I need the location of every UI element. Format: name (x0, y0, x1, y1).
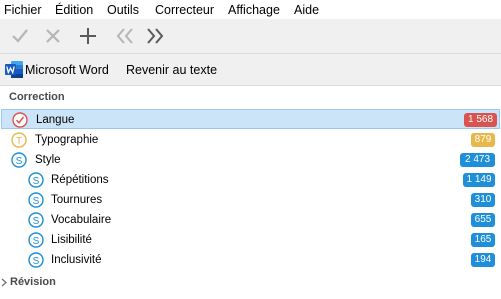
svg-text:T: T (16, 136, 22, 147)
word-bar: Microsoft Word Revenir au texte (0, 54, 501, 86)
list-item-label: Tournures (51, 194, 103, 206)
list-item-lisibilite[interactable]: S Lisibilité 165 (0, 230, 501, 250)
list-item-vocabulaire[interactable]: S Vocabulaire 655 (0, 210, 501, 230)
style-s-icon: S (28, 232, 44, 248)
menu-outils[interactable]: Outils (107, 3, 139, 17)
typography-t-icon: T (11, 132, 27, 148)
svg-text:S: S (33, 176, 40, 187)
list-item-label: Typographie (35, 134, 99, 146)
count-badge: 310 (471, 193, 495, 207)
accept-button[interactable] (9, 24, 31, 48)
next-button[interactable] (144, 24, 166, 48)
count-badge: 194 (471, 253, 495, 267)
list-item-label: Répétitions (51, 174, 109, 186)
count-badge: 879 (471, 133, 495, 147)
microsoft-word-icon[interactable] (5, 61, 23, 78)
list-item-repetitions[interactable]: S Répétitions 1 149 (0, 170, 501, 190)
revision-section-header: Révision (10, 276, 56, 288)
double-chevron-right-icon (147, 28, 164, 44)
previous-button[interactable] (114, 24, 136, 48)
svg-text:S: S (33, 256, 40, 267)
list-item-style[interactable]: S Style 2 473 (0, 150, 501, 170)
style-s-icon: S (28, 212, 44, 228)
list-item-label: Langue (36, 114, 75, 126)
count-badge: 1 149 (463, 173, 495, 187)
list-item-inclusivite[interactable]: S Inclusivité 194 (0, 250, 501, 270)
list-item-label: Style (35, 154, 61, 166)
reject-button[interactable] (42, 24, 64, 48)
list-item-tournures[interactable]: S Tournures 310 (0, 190, 501, 210)
menu-bar: Fichier Édition Outils Correcteur Affich… (0, 0, 501, 19)
style-s-icon: S (11, 152, 27, 168)
toolbar (0, 19, 501, 54)
style-s-icon: S (28, 192, 44, 208)
list-item-label: Vocabulaire (51, 214, 112, 226)
svg-text:S: S (33, 216, 40, 227)
menu-correcteur[interactable]: Correcteur (155, 3, 214, 17)
microsoft-word-button[interactable]: Microsoft Word (25, 63, 109, 77)
count-badge: 655 (471, 213, 495, 227)
revert-to-text-button[interactable]: Revenir au texte (126, 63, 217, 77)
list-item-label: Inclusivité (51, 254, 102, 266)
cross-icon (46, 29, 60, 43)
svg-text:S: S (33, 196, 40, 207)
correction-section-header: Correction (9, 91, 65, 103)
plus-icon (80, 28, 96, 44)
svg-text:S: S (16, 156, 23, 167)
menu-edition[interactable]: Édition (55, 3, 93, 17)
count-badge: 165 (471, 233, 495, 247)
chevron-right-icon[interactable] (1, 278, 7, 287)
svg-text:S: S (33, 236, 40, 247)
count-badge: 1 568 (464, 113, 497, 127)
style-s-icon: S (28, 172, 44, 188)
add-button[interactable] (77, 24, 99, 48)
menu-affichage[interactable]: Affichage (228, 3, 280, 17)
double-chevron-left-icon (116, 28, 133, 44)
error-check-icon (12, 112, 28, 128)
menu-fichier[interactable]: Fichier (4, 3, 42, 17)
count-badge: 2 473 (460, 153, 495, 167)
menu-aide[interactable]: Aide (294, 3, 319, 17)
style-s-icon: S (28, 252, 44, 268)
list-item-label: Lisibilité (51, 234, 92, 246)
list-item-langue[interactable]: Langue 1 568 (1, 109, 500, 129)
list-item-typographie[interactable]: T Typographie 879 (0, 130, 501, 150)
checkmark-icon (12, 29, 28, 43)
